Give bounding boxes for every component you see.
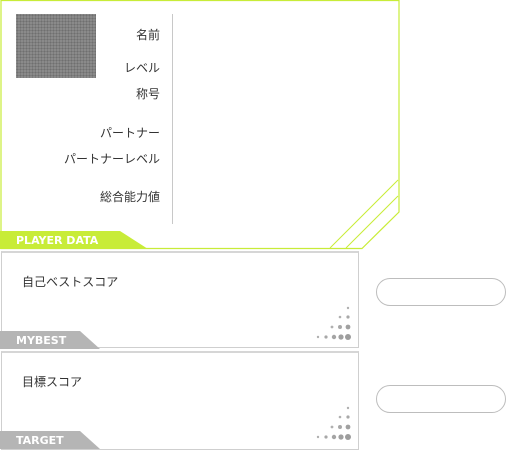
partner-label: パートナー	[99, 126, 160, 140]
target-title: 目標スコア	[22, 375, 83, 389]
dot-pattern-icon	[316, 306, 351, 340]
player-avatar	[16, 14, 96, 78]
mybest-value-box[interactable]	[376, 278, 506, 306]
mybest-title: 自己ベストスコア	[22, 275, 119, 289]
name-label: 名前	[135, 28, 160, 42]
divider	[172, 14, 173, 224]
dot-pattern-icon	[316, 406, 351, 440]
mybest-tab-label: MYBEST	[16, 334, 67, 347]
level-label: レベル	[123, 61, 160, 75]
target-value-box[interactable]	[376, 385, 506, 413]
title-label: 称号	[135, 87, 160, 101]
partner-level-label: パートナーレベル	[63, 152, 160, 166]
target-tab-label: TARGET	[16, 434, 64, 447]
total-power-label: 総合能力値	[99, 190, 160, 204]
player-data-tab-label: PLAYER DATA	[16, 234, 99, 247]
